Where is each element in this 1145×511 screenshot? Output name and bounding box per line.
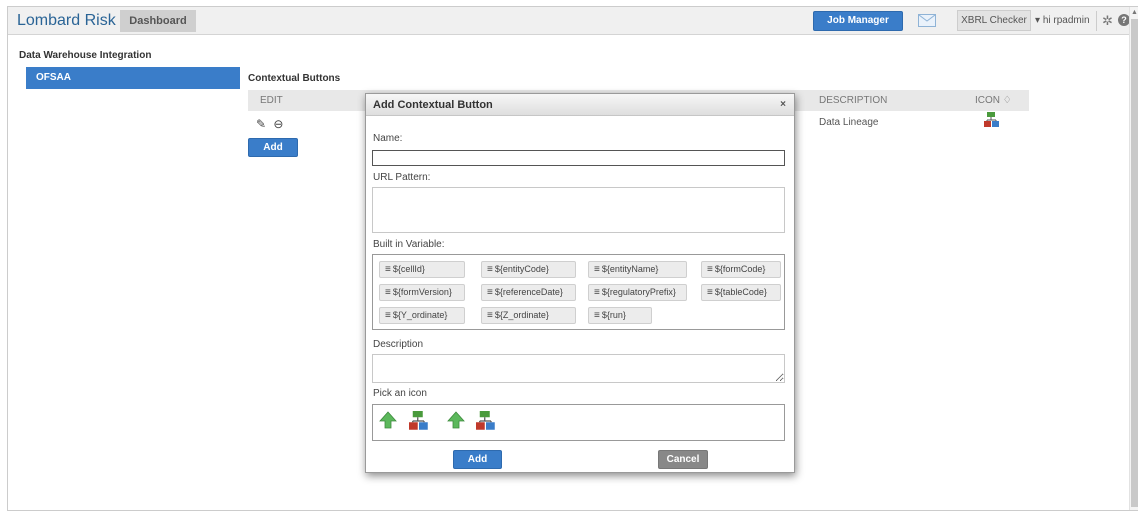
drag-handle-icon: ≡ <box>487 264 493 275</box>
drag-handle-icon: ≡ <box>487 310 493 321</box>
dialog-title: Add Contextual Button <box>373 99 493 111</box>
dialog-cancel-button[interactable]: Cancel <box>658 450 708 469</box>
drag-handle-icon: ≡ <box>385 264 391 275</box>
vertical-scrollbar[interactable]: ▲ <box>1129 7 1138 510</box>
variable-label: ${formVersion} <box>392 287 452 297</box>
name-input[interactable] <box>372 150 785 166</box>
variable-chip-regulatoryprefix[interactable]: ≡ ${regulatoryPrefix} <box>588 284 687 301</box>
url-pattern-input[interactable] <box>372 187 785 233</box>
chevron-down-icon: ▾ <box>1035 15 1043 26</box>
pick-icon-label: Pick an icon <box>373 388 427 399</box>
drag-handle-icon: ≡ <box>707 264 713 275</box>
drag-handle-icon: ≡ <box>594 287 600 298</box>
variable-chip-cellid[interactable]: ≡ ${cellId} <box>379 261 465 278</box>
divider <box>1096 11 1097 31</box>
xbrl-checker-button[interactable]: XBRL Checker <box>957 10 1031 31</box>
variable-chip-tablecode[interactable]: ≡ ${tableCode} <box>701 284 781 301</box>
top-bar: Lombard Risk Dashboard Job Manager XBRL … <box>8 7 1130 35</box>
app-frame: Lombard Risk Dashboard Job Manager XBRL … <box>7 6 1138 511</box>
variable-label: ${cellId} <box>392 264 425 274</box>
variable-label: ${referenceDate} <box>494 287 563 297</box>
brand-logo[interactable]: Lombard Risk <box>17 12 116 30</box>
drag-handle-icon: ≡ <box>385 310 391 321</box>
data-lineage-icon[interactable] <box>409 411 429 434</box>
add-contextual-button-dialog: Add Contextual Button × Name: URL Patter… <box>365 93 795 473</box>
url-pattern-label: URL Pattern: <box>373 172 431 183</box>
dialog-add-button[interactable]: Add <box>453 450 502 469</box>
variable-chip-entitycode[interactable]: ≡ ${entityCode} <box>481 261 576 278</box>
drag-handle-icon: ≡ <box>487 287 493 298</box>
variable-label: ${entityCode} <box>494 264 549 274</box>
close-icon[interactable]: × <box>780 99 786 110</box>
name-label: Name: <box>373 133 403 144</box>
drag-handle-icon: ≡ <box>594 264 600 275</box>
variable-label: ${Z_ordinate} <box>494 310 549 320</box>
green-up-arrow-icon[interactable] <box>379 411 397 432</box>
variable-label: ${run} <box>601 310 626 320</box>
variable-label: ${formCode} <box>714 264 766 274</box>
built-in-variables: ≡ ${cellId} ≡ ${entityCode} ≡ ${entityName}… <box>372 254 785 330</box>
variable-chip-formcode[interactable]: ≡ ${formCode} <box>701 261 781 278</box>
variable-chip-referencedate[interactable]: ≡ ${referenceDate} <box>481 284 576 301</box>
user-menu[interactable]: ▾ hi rpadmin <box>1035 15 1090 26</box>
user-name: hi rpadmin <box>1042 15 1090 26</box>
description-label: Description <box>373 339 424 350</box>
job-manager-button[interactable]: Job Manager <box>813 11 903 31</box>
dialog-header: Add Contextual Button × <box>366 94 794 116</box>
gear-icon[interactable]: ✲ <box>1102 13 1113 29</box>
tab-dashboard[interactable]: Dashboard <box>120 10 196 32</box>
variable-chip-y-ordinate[interactable]: ≡ ${Y_ordinate} <box>379 307 465 324</box>
mail-icon[interactable] <box>918 14 936 27</box>
variable-chip-run[interactable]: ≡ ${run} <box>588 307 652 324</box>
drag-handle-icon: ≡ <box>707 287 713 298</box>
variable-chip-formversion[interactable]: ≡ ${formVersion} <box>379 284 465 301</box>
variable-chip-entityname[interactable]: ≡ ${entityName} <box>588 261 687 278</box>
scroll-up-icon[interactable]: ▲ <box>1131 9 1138 16</box>
variable-label: ${Y_ordinate} <box>392 310 448 320</box>
variable-label: ${regulatoryPrefix} <box>601 287 676 297</box>
drag-handle-icon: ≡ <box>385 287 391 298</box>
data-lineage-icon[interactable] <box>476 411 496 434</box>
variable-label: ${entityName} <box>601 264 659 274</box>
variable-chip-z-ordinate[interactable]: ≡ ${Z_ordinate} <box>481 307 576 324</box>
green-up-arrow-icon[interactable] <box>447 411 465 432</box>
description-input[interactable] <box>372 354 785 383</box>
icon-picker <box>372 404 785 441</box>
scroll-thumb[interactable] <box>1131 19 1138 507</box>
built-in-variable-label: Built in Variable: <box>373 239 445 250</box>
drag-handle-icon: ≡ <box>594 310 600 321</box>
variable-label: ${tableCode} <box>714 287 767 297</box>
